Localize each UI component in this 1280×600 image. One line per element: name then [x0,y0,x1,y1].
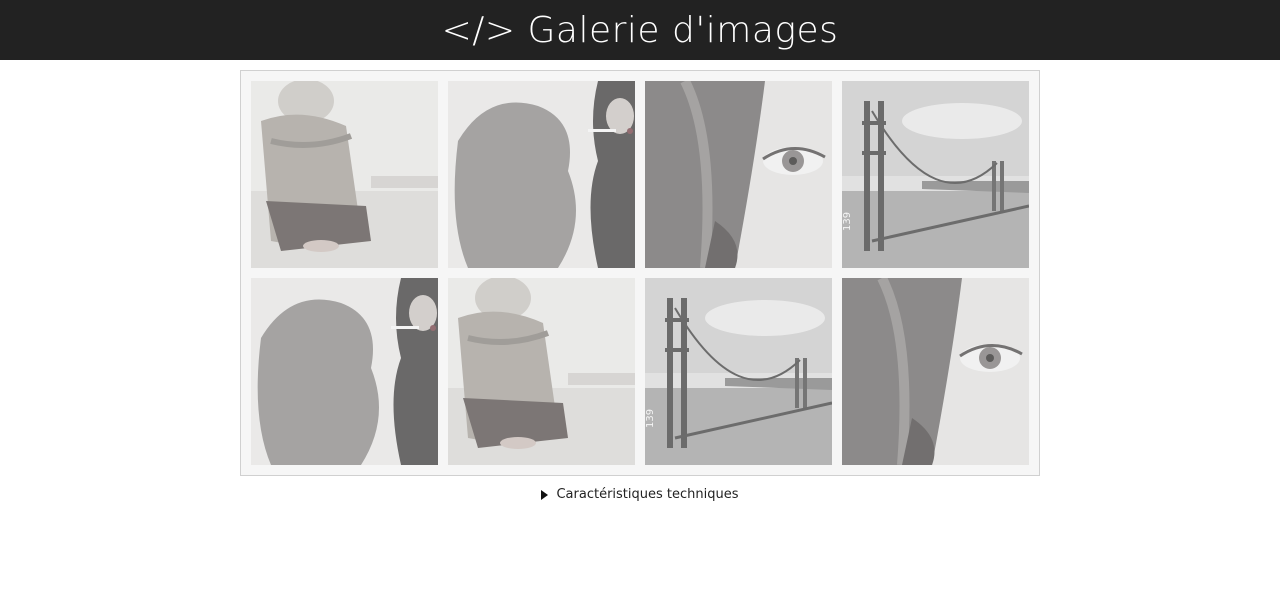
golden-gate-bridge-photo: 139 [645,278,832,465]
gallery-tile-eye-2[interactable] [842,278,1029,465]
page-title: </> Galerie d'images [441,9,839,51]
woman-sitting-photo [251,81,438,268]
gallery-tile-woman-sitting[interactable] [251,81,438,268]
golden-gate-bridge-photo: 139 [842,81,1029,268]
woman-smoking-shadow-photo [251,278,438,465]
photo-watermark-label: 139 [842,212,853,231]
woman-sitting-photo [448,278,635,465]
gallery-tile-bridge[interactable]: 139 [842,81,1029,268]
technical-details-toggle[interactable]: Caractéristiques techniques [0,487,1280,502]
gallery-tile-bridge-2[interactable]: 139 [645,278,832,465]
woman-smoking-shadow-photo [448,81,635,268]
gallery-tile-eye[interactable] [645,81,832,268]
header-bar: </> Galerie d'images [0,0,1280,60]
disclosure-triangle-icon [541,489,549,500]
technical-details-label: Caractéristiques techniques [556,487,739,502]
gallery-tile-woman-sitting-2[interactable] [448,278,635,465]
gallery-tile-woman-smoking[interactable] [448,81,635,268]
gallery-tile-woman-smoking-2[interactable] [251,278,438,465]
image-gallery: 139 139 [240,70,1040,476]
photo-watermark-label: 139 [645,409,656,428]
woman-eye-closeup-photo [842,278,1029,465]
woman-eye-closeup-photo [645,81,832,268]
